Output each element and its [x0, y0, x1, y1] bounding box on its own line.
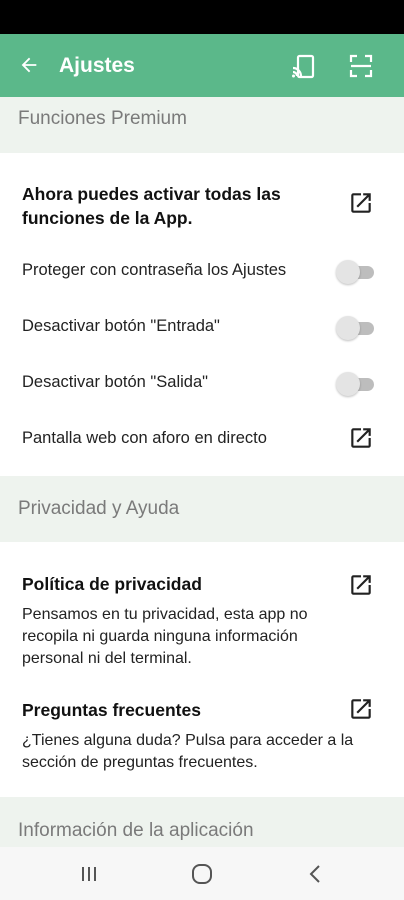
setting-row-password[interactable]: Proteger con contraseña los Ajustes	[0, 256, 404, 286]
section-header-app-info: Información de la aplicación	[0, 797, 404, 847]
section-header-premium: Funciones Premium	[0, 97, 404, 153]
faq-description: ¿Tienes alguna duda? Pulsa para acceder …	[22, 732, 354, 771]
open-external-icon	[348, 425, 374, 451]
qr-scan-icon[interactable]	[346, 51, 376, 81]
faq-title: Preguntas frecuentes	[22, 700, 201, 720]
setting-label: Desactivar botón "Salida"	[22, 373, 208, 391]
back-icon[interactable]	[301, 859, 331, 889]
status-bar	[0, 0, 404, 34]
system-nav-bar	[0, 847, 404, 900]
open-external-icon	[348, 572, 374, 598]
setting-row-entrada[interactable]: Desactivar botón "Entrada"	[0, 312, 404, 342]
web-screen-row[interactable]: Pantalla web con aforo en directo	[0, 423, 404, 455]
setting-label: Desactivar botón "Entrada"	[22, 317, 220, 335]
cast-icon[interactable]	[290, 51, 320, 81]
web-screen-label: Pantalla web con aforo en directo	[22, 429, 267, 447]
page-title: Ajustes	[59, 54, 135, 77]
setting-label: Proteger con contraseña los Ajustes	[22, 261, 287, 279]
activate-premium-label: Ahora puedes activar todas las funciones…	[22, 184, 281, 228]
password-toggle[interactable]	[336, 259, 374, 285]
activate-premium-row[interactable]: Ahora puedes activar todas las funciones…	[0, 170, 404, 240]
section-header-privacy: Privacidad y Ayuda	[0, 476, 404, 542]
privacy-policy-title: Política de privacidad	[22, 574, 202, 594]
entrada-toggle[interactable]	[336, 315, 374, 341]
faq-row[interactable]: Preguntas frecuentes ¿Tienes alguna duda…	[0, 692, 404, 778]
setting-row-salida[interactable]: Desactivar botón "Salida"	[0, 368, 404, 398]
arrow-left-icon[interactable]	[14, 50, 44, 80]
open-external-icon	[348, 190, 374, 216]
recents-icon[interactable]	[74, 859, 104, 889]
salida-toggle[interactable]	[336, 371, 374, 397]
privacy-policy-row[interactable]: Política de privacidad Pensamos en tu pr…	[0, 566, 404, 676]
app-bar: Ajustes	[0, 34, 404, 97]
home-icon[interactable]	[187, 859, 217, 889]
privacy-policy-description: Pensamos en tu privacidad, esta app no r…	[22, 606, 308, 667]
open-external-icon	[348, 696, 374, 722]
